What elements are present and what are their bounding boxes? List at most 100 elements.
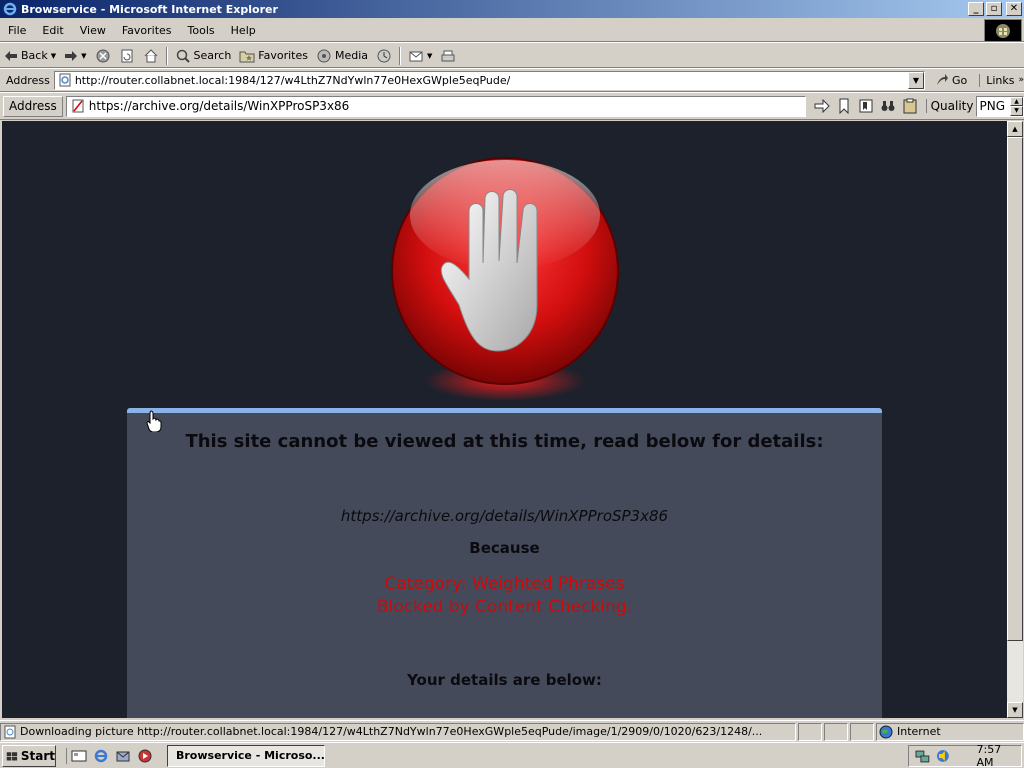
bookmarks-list-icon [859,99,873,113]
forward-button[interactable]: ▼ [60,45,90,67]
window-title: Browservice - Microsoft Internet Explore… [21,2,278,16]
quality-down-button[interactable]: ▼ [1010,106,1023,116]
hand-cursor-icon [146,410,162,432]
history-icon [377,49,391,62]
media-player-icon[interactable] [137,748,153,764]
title-bar: Browservice - Microsoft Internet Explore… [0,0,1024,18]
minimize-button[interactable]: _ [968,2,984,16]
menu-bar: File Edit View Favorites Tools Help [0,19,1024,42]
history-button[interactable] [372,45,396,67]
chevron-down-icon: ▼ [1014,107,1019,115]
refresh-icon [121,49,132,62]
media-label: Media [335,49,369,62]
status-text-pane: Downloading picture http://router.collab… [0,722,796,741]
chevron-right-icon[interactable]: » [1018,75,1024,85]
restore-icon: ▫ [990,3,998,14]
scroll-thumb[interactable] [1007,137,1023,641]
browservice-url[interactable]: https://archive.org/details/WinXPProSP3x… [89,99,350,113]
status-progress-cell [798,722,822,741]
scroll-up-button[interactable]: ▲ [1007,121,1023,137]
security-zone[interactable]: Internet [876,722,1024,741]
forward-arrow-icon [65,50,78,61]
links-button[interactable]: Links [979,73,1014,87]
media-icon [317,49,331,62]
scroll-down-icon: ▼ [1012,706,1018,714]
mail-dropdown-icon[interactable]: ▼ [427,52,432,60]
search-label: Search [193,49,232,62]
outlook-express-icon[interactable] [115,748,131,764]
quality-stepper[interactable]: PNG ▲ ▼ [976,95,1024,117]
network-icon[interactable] [915,748,931,764]
print-button[interactable] [436,45,460,67]
address-url[interactable]: http://router.collabnet.local:1984/127/w… [75,74,511,87]
clipboard-icon [903,98,917,114]
vertical-scrollbar[interactable]: ▲ ▼ [1007,121,1023,718]
address-dropdown-button[interactable]: ▼ [907,71,924,89]
go-button[interactable]: Go [935,73,967,87]
quality-up-button[interactable]: ▲ [1010,96,1023,106]
internet-explorer-icon[interactable] [93,748,109,764]
windows-logo-throbber [984,19,1022,42]
bookmarks-list-button[interactable] [858,98,874,114]
mail-icon [409,51,423,61]
menu-help[interactable]: Help [223,24,264,37]
because-heading: Because [469,539,540,557]
volume-icon[interactable] [935,748,951,764]
ie-logo-icon [3,2,17,16]
chevron-up-icon: ▲ [1014,97,1019,105]
block-reason-category: Category: Weighted Phrases [384,574,625,594]
clipboard-button[interactable] [902,98,918,114]
search-icon [176,49,190,63]
close-icon: ✕ [1009,3,1019,14]
menu-view[interactable]: View [72,24,114,37]
go-label: Go [951,73,968,87]
maximize-button[interactable]: ▫ [986,2,1002,16]
browservice-address-input[interactable]: https://archive.org/details/WinXPProSP3x… [65,95,806,117]
address-bar: Address http://router.collabnet.local:19… [0,69,1024,92]
block-reason: Category: Weighted Phrases Blocked by Co… [127,573,882,619]
arrow-right-icon [814,99,830,113]
details-heading: Your details are below: [407,671,602,689]
taskbar-item-browservice[interactable]: Browservice - Microso... [167,744,325,767]
address-input[interactable]: http://router.collabnet.local:1984/127/w… [53,70,925,90]
status-security-cell [824,722,848,741]
menu-file[interactable]: File [0,24,34,37]
back-label: Back [21,49,48,62]
favorites-button[interactable]: Favorites [235,45,312,67]
refresh-button[interactable] [115,45,139,67]
toolbar-separator [165,46,168,65]
scroll-down-button[interactable]: ▼ [1007,702,1023,718]
binoculars-icon [881,101,895,111]
menu-favorites[interactable]: Favorites [114,24,180,37]
quick-launch [66,747,153,764]
favorites-label: Favorites [258,49,308,62]
quality-value: PNG [979,99,1005,113]
bookmark-icon [839,98,849,114]
start-button[interactable]: Start [2,744,56,767]
close-button[interactable]: ✕ [1006,2,1022,16]
taskbar-item-label: Browservice - Microso... [176,749,325,762]
media-button[interactable]: Media [312,45,372,67]
bookmark-button[interactable] [836,98,852,114]
clock[interactable]: 7:57 AM [977,743,1022,768]
forward-dropdown-icon[interactable]: ▼ [81,52,86,60]
page-title: This site cannot be viewed at this time,… [185,431,824,452]
back-dropdown-icon[interactable]: ▼ [51,52,56,60]
mail-button[interactable]: ▼ [404,45,436,67]
menu-edit[interactable]: Edit [34,24,71,37]
stop-button[interactable] [91,45,115,67]
home-button[interactable] [139,45,163,67]
printer-icon [441,50,455,61]
search-button[interactable]: Search [171,45,236,67]
stop-hand-icon [391,157,619,401]
back-button[interactable]: Back ▼ [0,45,60,67]
menu-tools[interactable]: Tools [180,24,223,37]
show-desktop-icon[interactable] [71,748,87,764]
block-message-panel: This site cannot be viewed at this time,… [127,408,882,718]
find-button[interactable] [880,98,896,114]
back-arrow-icon [5,50,17,61]
zone-label: Internet [897,725,941,738]
navigate-button[interactable] [814,98,830,114]
taskbar: Start Browservice - Microso... 7:57 AM [0,742,1024,768]
start-label: Start [20,748,55,763]
